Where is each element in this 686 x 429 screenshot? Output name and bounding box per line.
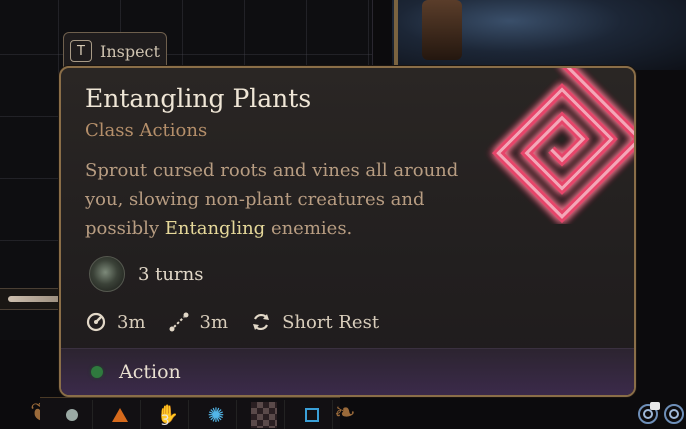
range-stat: 3m	[85, 311, 146, 333]
hotbar-slot-3[interactable]: ✋ 3	[148, 400, 189, 429]
aoe-stat: 3m	[168, 311, 229, 333]
spell-category: Class Actions	[85, 120, 208, 141]
range-icon	[86, 312, 106, 332]
hotbar-slot-1[interactable]	[52, 400, 93, 429]
slot-count: 3	[160, 413, 170, 429]
burst-icon: ✺	[207, 402, 225, 427]
inspect-keycap: T	[70, 40, 92, 62]
spell-stats-row: 3m 3m Short Rest	[85, 311, 401, 333]
spell-title: Entangling Plants	[85, 84, 312, 113]
scene-frame-edge	[394, 0, 398, 70]
duration-text: 3 turns	[138, 263, 204, 285]
area-radius-icon	[169, 312, 189, 332]
short-rest-icon	[253, 313, 270, 331]
keyword-entangling[interactable]: Entangling	[165, 218, 265, 239]
aoe-value: 3m	[199, 311, 229, 333]
hotbar-slot-4[interactable]: ✺	[196, 400, 237, 429]
duration-row: 3 turns	[89, 256, 203, 292]
square-icon	[305, 407, 319, 422]
hand-icon: ✋ 3	[156, 404, 180, 429]
inspect-tab[interactable]: T Inspect	[63, 32, 167, 70]
hotbar-slot-2[interactable]	[100, 400, 141, 429]
recharge-stat: Short Rest	[250, 311, 379, 333]
hotbar-slot-5[interactable]	[244, 400, 285, 429]
background-scene	[392, 0, 686, 70]
recharge-value: Short Rest	[282, 311, 380, 333]
hotbar-slot-6[interactable]	[292, 400, 333, 429]
range-value: 3m	[117, 311, 146, 333]
spiral-rune-icon	[491, 68, 634, 224]
spell-tooltip: Entangling Plants Class Actions Sprout c…	[59, 66, 636, 397]
action-dot-icon	[91, 366, 103, 378]
spell-description: Sprout cursed roots and vines all around…	[85, 156, 465, 243]
hotbar: ✋ 3 ✺	[40, 397, 340, 429]
checker-icon	[251, 401, 277, 428]
hotbar-flourish-right: ❧	[334, 398, 356, 428]
triangle-icon	[112, 407, 128, 422]
description-text-2: enemies.	[265, 218, 353, 239]
inspect-label: Inspect	[100, 41, 160, 61]
circle-icon	[66, 408, 78, 421]
corner-status-icons[interactable]	[636, 398, 686, 428]
action-type-label: Action	[119, 361, 181, 383]
entangle-condition-icon[interactable]	[89, 256, 125, 292]
action-type-bar: Action	[61, 348, 634, 395]
